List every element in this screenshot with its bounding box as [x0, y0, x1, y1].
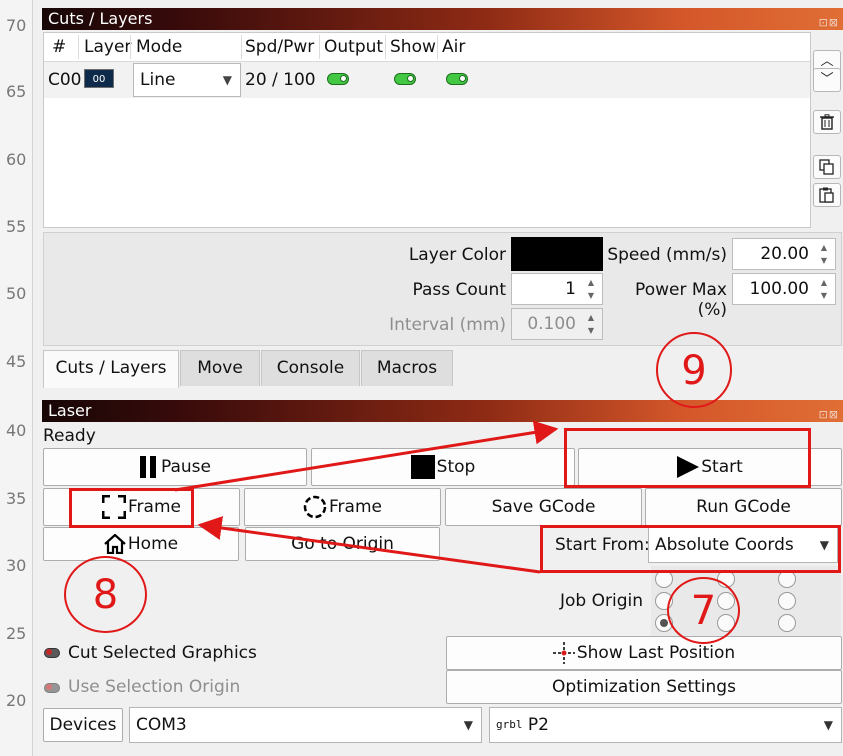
- arrow-startfrom-to-frame: [197, 516, 541, 574]
- annotation-circle-8: 8: [64, 556, 147, 633]
- arrow-frame-to-start: [174, 420, 559, 492]
- annotation-circle-7: 7: [667, 577, 740, 644]
- annotation-circle-9: 9: [656, 332, 732, 408]
